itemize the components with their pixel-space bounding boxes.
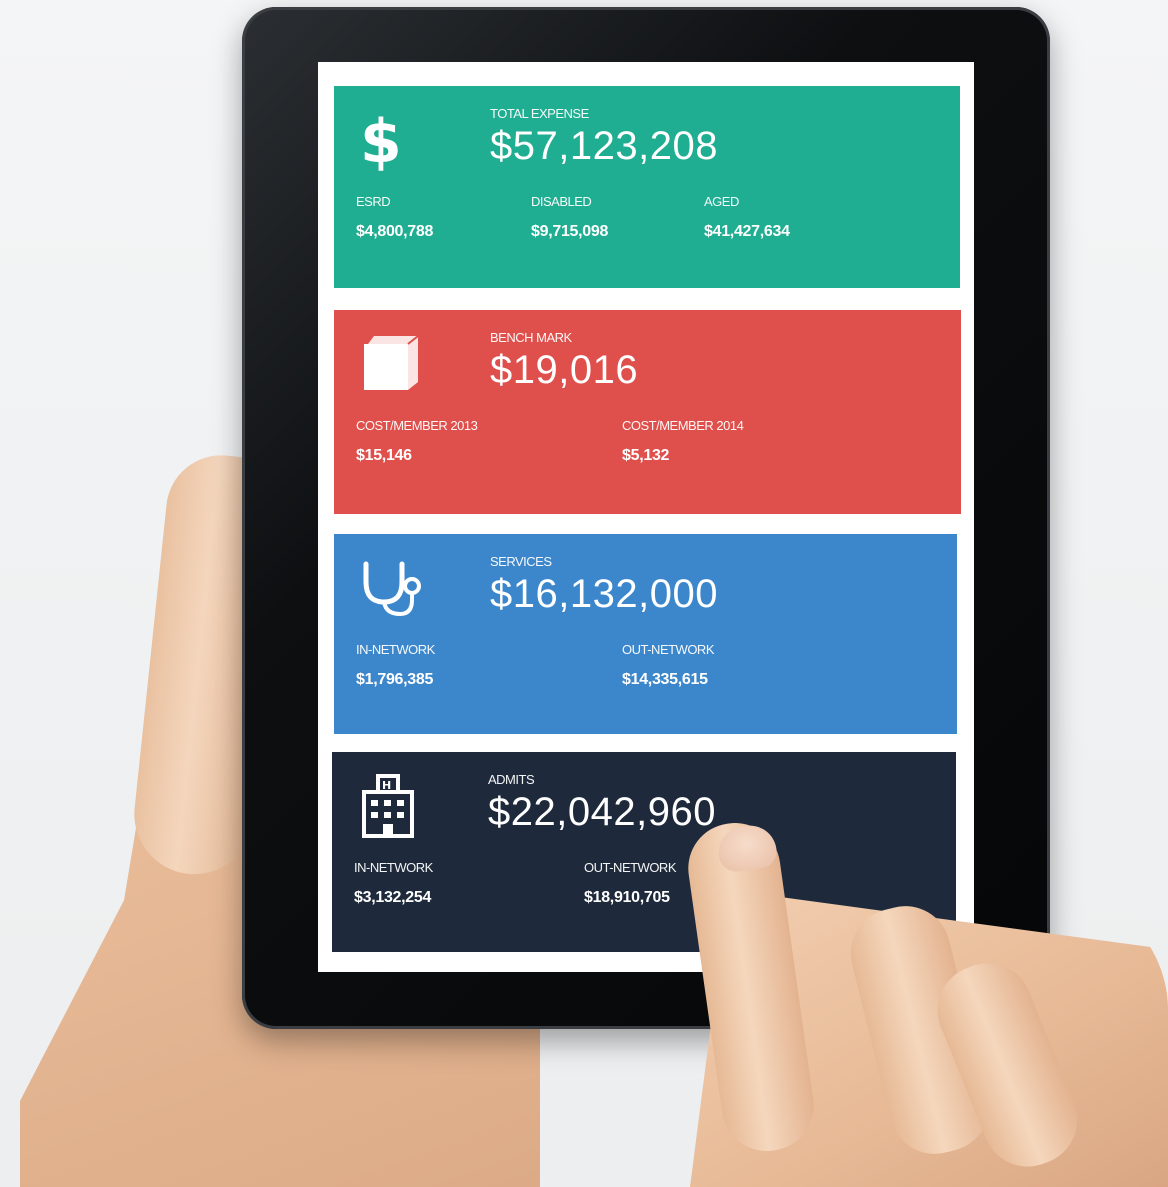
stat-in-network: IN-NETWORK $1,796,385 bbox=[356, 642, 435, 689]
hospital-icon: H bbox=[362, 774, 414, 838]
stat-label: AGED bbox=[704, 194, 739, 209]
stat-out-network: OUT-NETWORK $18,910,705 bbox=[584, 860, 677, 907]
stat-in-network: IN-NETWORK $3,132,254 bbox=[354, 860, 433, 907]
stat-value: $4,800,788 bbox=[356, 223, 434, 240]
total-expense-label: TOTAL EXPENSE bbox=[490, 106, 589, 121]
stat-value: $9,715,098 bbox=[531, 223, 609, 240]
stat-value: $3,132,254 bbox=[354, 889, 432, 906]
stat-label: COST/MEMBER 2013 bbox=[356, 418, 478, 433]
services-value: $16,132,000 bbox=[490, 572, 718, 616]
stat-value: $5,132 bbox=[622, 447, 670, 464]
svg-text:$: $ bbox=[360, 107, 402, 174]
book-icon bbox=[364, 335, 419, 390]
stat-value: $41,427,634 bbox=[704, 223, 790, 240]
stat-label: IN-NETWORK bbox=[356, 642, 435, 657]
admits-label: ADMITS bbox=[488, 772, 535, 787]
stat-label: OUT-NETWORK bbox=[622, 642, 715, 657]
stat-label: IN-NETWORK bbox=[354, 860, 433, 875]
total-expense-value: $57,123,208 bbox=[490, 124, 718, 168]
stat-value: $15,146 bbox=[356, 447, 412, 464]
services-card[interactable]: SERVICES $16,132,000 IN-NETWORK $1,796,3… bbox=[334, 534, 957, 734]
stat-cost-member-2013: COST/MEMBER 2013 $15,146 bbox=[356, 418, 478, 465]
stat-out-network: OUT-NETWORK $14,335,615 bbox=[622, 642, 715, 689]
svg-text:H: H bbox=[382, 779, 391, 792]
stethoscope-icon bbox=[363, 561, 421, 617]
benchmark-value: $19,016 bbox=[490, 348, 639, 392]
tablet-screen: $ TOTAL EXPENSE $57,123,208 ESRD $4,800,… bbox=[318, 62, 974, 972]
stat-label: OUT-NETWORK bbox=[584, 860, 677, 875]
stat-value: $14,335,615 bbox=[622, 671, 708, 688]
stat-label: COST/MEMBER 2014 bbox=[622, 418, 744, 433]
stat-esrd: ESRD $4,800,788 bbox=[356, 194, 433, 241]
stat-label: ESRD bbox=[356, 194, 391, 209]
stat-value: $18,910,705 bbox=[584, 889, 670, 906]
dollar-icon: $ bbox=[360, 107, 402, 174]
stat-aged: AGED $41,427,634 bbox=[704, 194, 790, 241]
total-expense-card[interactable]: $ TOTAL EXPENSE $57,123,208 ESRD $4,800,… bbox=[334, 86, 960, 288]
benchmark-card[interactable]: BENCH MARK $19,016 COST/MEMBER 2013 $15,… bbox=[334, 310, 961, 514]
benchmark-label: BENCH MARK bbox=[490, 330, 572, 345]
stat-value: $1,796,385 bbox=[356, 671, 434, 688]
stat-disabled: DISABLED $9,715,098 bbox=[531, 194, 608, 241]
services-label: SERVICES bbox=[490, 554, 552, 569]
stat-cost-member-2014: COST/MEMBER 2014 $5,132 bbox=[622, 418, 744, 465]
admits-value: $22,042,960 bbox=[488, 790, 716, 834]
stat-label: DISABLED bbox=[531, 194, 592, 209]
